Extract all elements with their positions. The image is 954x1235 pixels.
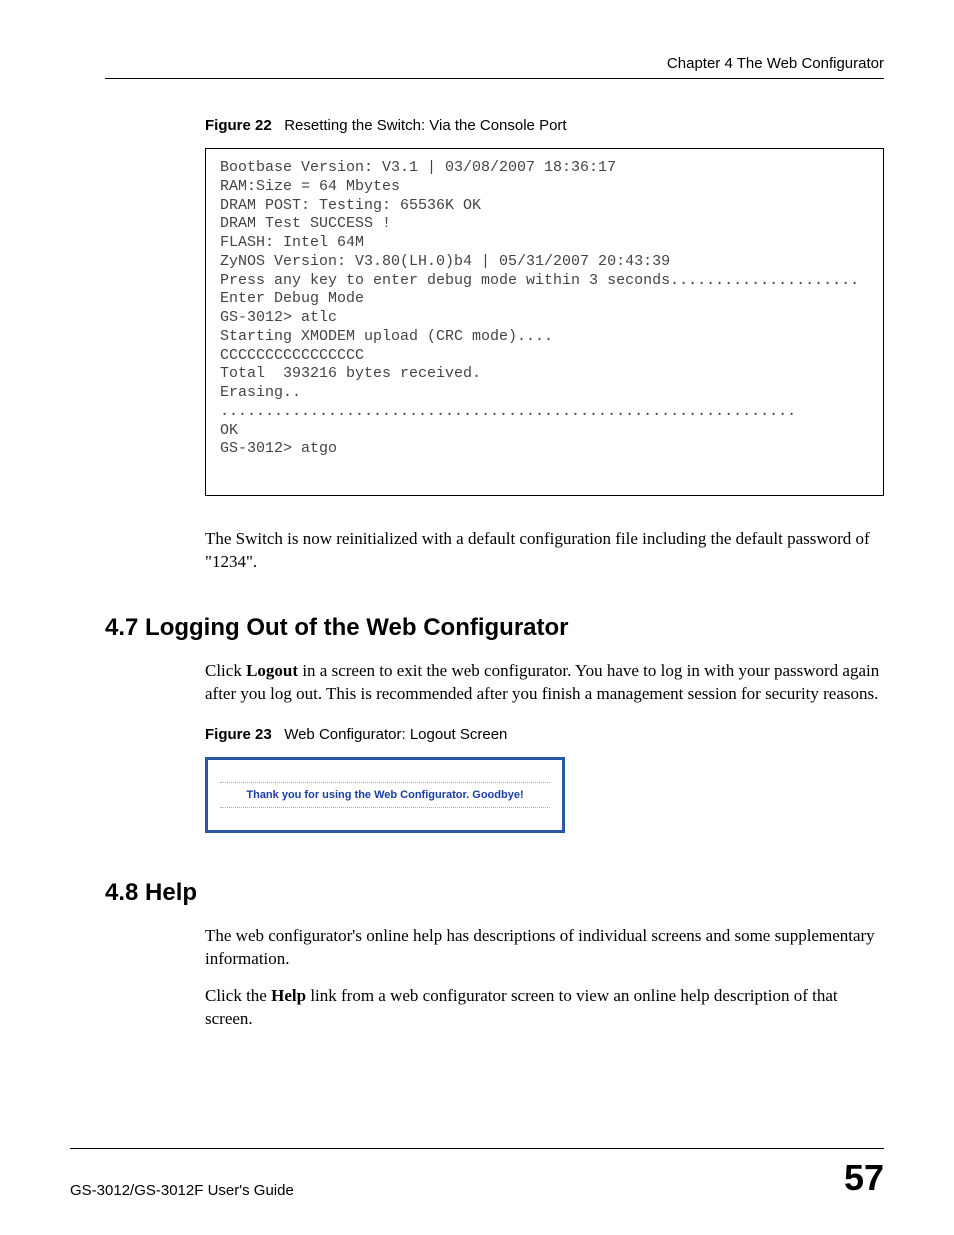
figure-23-label: Figure 23 [205, 726, 272, 743]
s48-bold: Help [271, 986, 306, 1005]
section-4-8-heading: 4.8 Help [105, 879, 884, 907]
s48-pre: Click the [205, 986, 271, 1005]
section-4-8-para1: The web configurator's online help has d… [205, 925, 884, 971]
s47-bold: Logout [246, 661, 298, 680]
logout-inner: Thank you for using the Web Configurator… [208, 760, 562, 830]
page: Chapter 4 The Web Configurator Figure 22… [0, 0, 954, 1235]
para-reinitialized: The Switch is now reinitialized with a d… [205, 528, 884, 574]
figure-23-caption: Figure 23 Web Configurator: Logout Scree… [205, 726, 884, 743]
footer-row: GS-3012/GS-3012F User's Guide 57 [70, 1157, 884, 1199]
logout-screenshot: Thank you for using the Web Configurator… [205, 757, 565, 833]
s47-pre: Click [205, 661, 246, 680]
page-number: 57 [844, 1157, 884, 1199]
logout-message: Thank you for using the Web Configurator… [220, 782, 550, 808]
figure-22-caption-text: Resetting the Switch: Via the Console Po… [284, 117, 566, 134]
section-4-8-para2: Click the Help link from a web configura… [205, 985, 884, 1031]
console-output-box: Bootbase Version: V3.1 | 03/08/2007 18:3… [205, 148, 884, 496]
figure-23-caption-text: Web Configurator: Logout Screen [284, 726, 507, 743]
footer-rule [70, 1148, 884, 1149]
s47-post: in a screen to exit the web configurator… [205, 661, 879, 703]
header-rule [105, 78, 884, 79]
section-4-7-para: Click Logout in a screen to exit the web… [205, 660, 884, 706]
page-footer: GS-3012/GS-3012F User's Guide 57 [70, 1148, 884, 1199]
figure-22-label: Figure 22 [205, 117, 272, 134]
section-4-7-heading: 4.7 Logging Out of the Web Configurator [105, 614, 884, 642]
footer-guide-title: GS-3012/GS-3012F User's Guide [70, 1182, 294, 1199]
figure-22-caption: Figure 22 Resetting the Switch: Via the … [205, 117, 884, 134]
chapter-header: Chapter 4 The Web Configurator [105, 55, 884, 72]
